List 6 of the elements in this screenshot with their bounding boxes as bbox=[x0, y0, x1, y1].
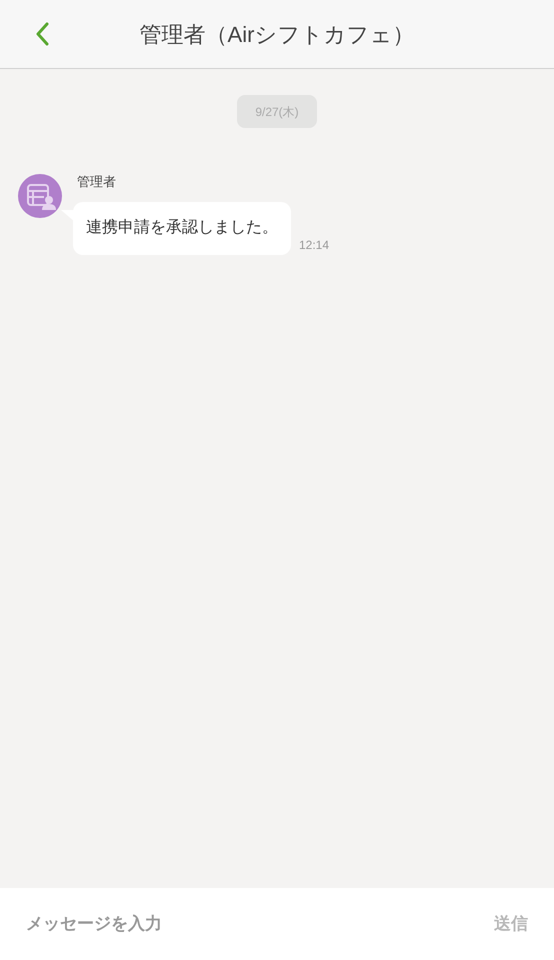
header-title: 管理者（Airシフトカフェ） bbox=[140, 20, 414, 48]
message-time: 12:14 bbox=[299, 236, 330, 254]
back-icon bbox=[35, 22, 49, 46]
avatar-icon bbox=[18, 174, 62, 218]
date-label: 9/27(木) bbox=[237, 95, 317, 128]
sender-name: 管理者 bbox=[77, 173, 117, 191]
